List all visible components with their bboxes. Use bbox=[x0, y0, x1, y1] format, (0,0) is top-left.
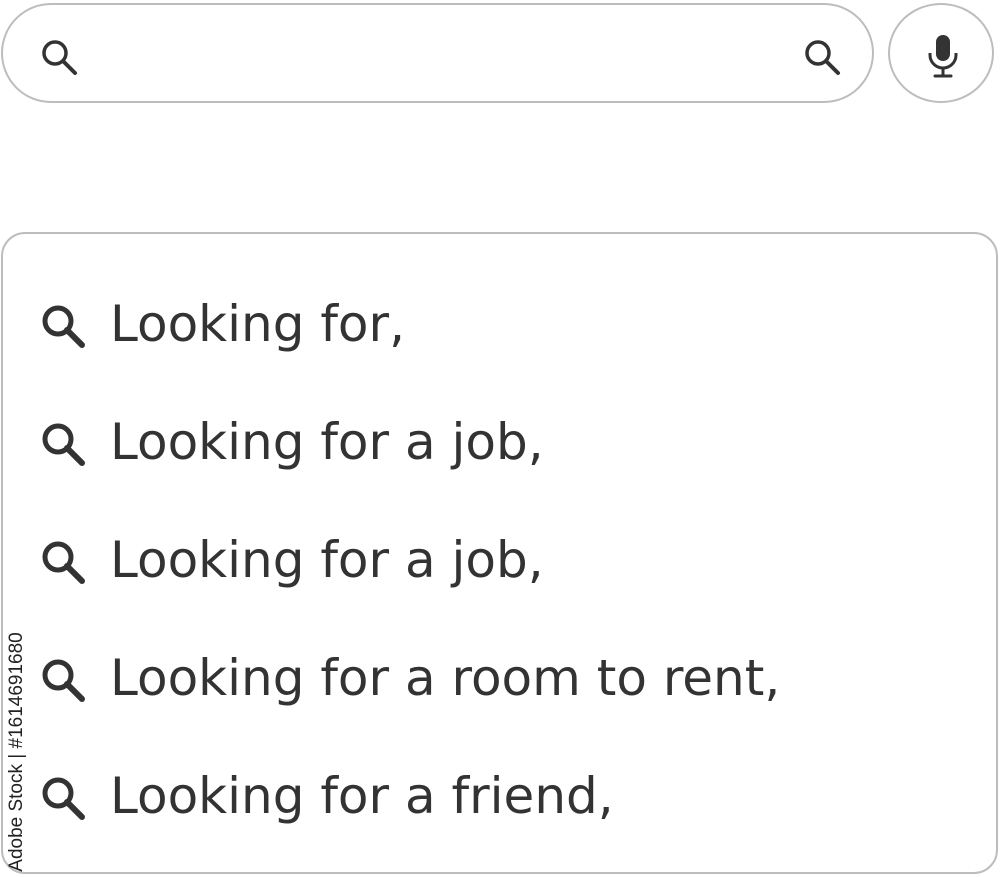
suggestion-item[interactable]: Looking for, bbox=[3, 274, 993, 374]
suggestions-dropdown: Looking for, Looking for a job, Looking … bbox=[1, 232, 998, 874]
stock-watermark: Adobe Stock | #1614691680 bbox=[0, 632, 36, 872]
suggestion-label: Looking for a job, bbox=[110, 413, 544, 471]
suggestion-label: Looking for a job, bbox=[110, 531, 544, 589]
search-icon bbox=[39, 774, 89, 824]
search-bar[interactable] bbox=[1, 3, 874, 103]
search-icon bbox=[39, 420, 89, 470]
suggestion-item[interactable]: Looking for a room to rent, bbox=[3, 628, 993, 728]
search-icon bbox=[39, 37, 79, 77]
suggestion-item[interactable]: Looking for a job, bbox=[3, 510, 993, 610]
suggestion-label: Looking for, bbox=[110, 295, 405, 353]
search-icon bbox=[39, 302, 89, 352]
page: Looking for, Looking for a job, Looking … bbox=[0, 0, 1000, 877]
suggestion-item[interactable]: Looking for a job, bbox=[3, 392, 993, 492]
search-submit-icon[interactable] bbox=[802, 37, 842, 77]
search-icon bbox=[39, 656, 89, 706]
suggestion-item[interactable]: Looking for a friend, bbox=[3, 746, 993, 846]
voice-search-button[interactable] bbox=[888, 3, 994, 103]
watermark-text: Adobe Stock | #1614691680 bbox=[6, 632, 27, 872]
search-input[interactable] bbox=[103, 27, 787, 81]
suggestion-label: Looking for a room to rent, bbox=[110, 649, 781, 707]
suggestion-label: Looking for a friend, bbox=[110, 767, 614, 825]
microphone-icon bbox=[928, 35, 958, 78]
search-icon bbox=[39, 538, 89, 588]
